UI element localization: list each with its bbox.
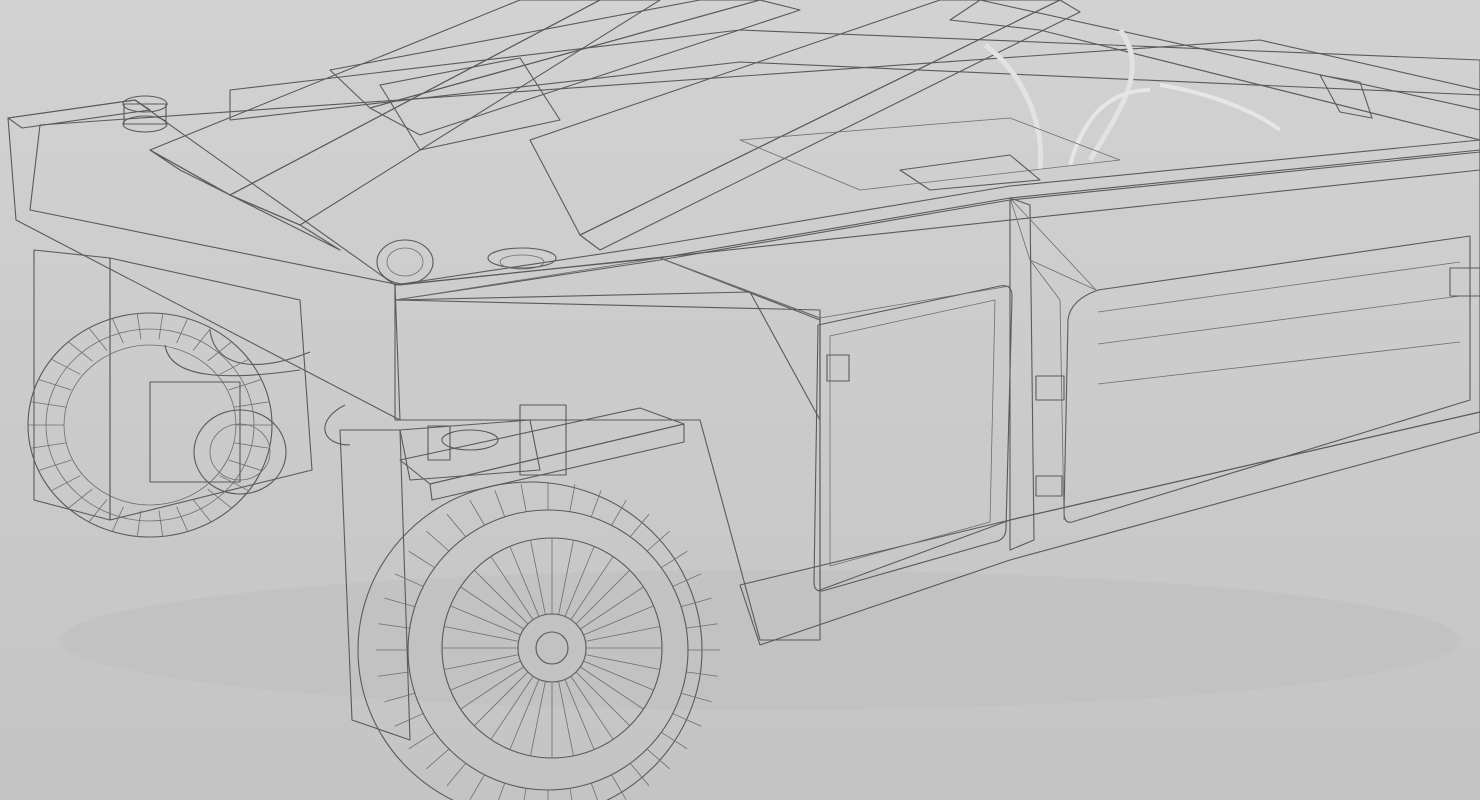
- vehicle-chassis-wireframe-render: [0, 0, 1480, 800]
- render-viewport: [0, 0, 1480, 800]
